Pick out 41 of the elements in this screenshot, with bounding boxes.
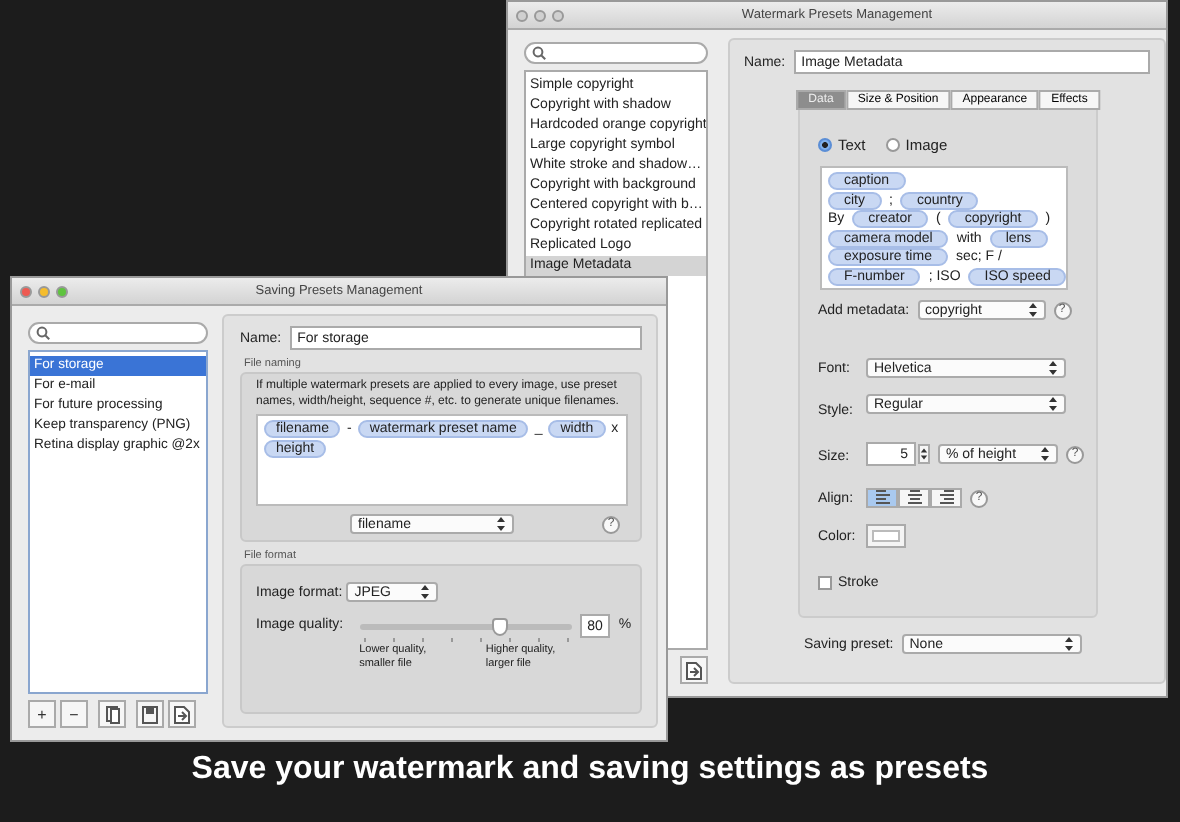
import-button[interactable]	[168, 700, 196, 728]
duplicate-button[interactable]	[98, 700, 126, 728]
close-button[interactable]	[516, 9, 528, 21]
duplicate-icon	[104, 705, 120, 723]
search-icon	[532, 46, 546, 60]
export-button[interactable]	[136, 700, 164, 728]
align-left-button[interactable]	[866, 488, 898, 508]
minimize-button[interactable]	[534, 9, 546, 21]
search-field[interactable]	[524, 42, 708, 64]
updown-arrows-icon	[496, 516, 506, 532]
align-center-button[interactable]	[898, 488, 930, 508]
floppy-icon	[142, 705, 158, 723]
align-right-button[interactable]	[930, 488, 962, 508]
color-well[interactable]	[866, 524, 906, 548]
zoom-button[interactable]	[552, 9, 564, 21]
align-right-icon	[939, 490, 953, 506]
radio-button[interactable]	[818, 138, 832, 152]
updown-arrows-icon	[420, 584, 431, 600]
remove-button[interactable]: −	[60, 700, 88, 728]
updown-arrows-icon	[1040, 446, 1050, 462]
search-icon	[36, 326, 50, 340]
updown-arrows-icon	[1027, 302, 1038, 318]
minimize-button[interactable]	[38, 285, 50, 297]
close-button[interactable]	[20, 285, 32, 297]
import-button[interactable]	[680, 656, 708, 684]
updown-arrows-icon	[1048, 396, 1058, 412]
updown-arrows-icon	[1063, 636, 1074, 652]
align-center-icon	[907, 490, 921, 506]
add-button[interactable]: +	[28, 700, 56, 728]
checkbox[interactable]	[818, 576, 832, 590]
search-field[interactable]	[28, 322, 208, 344]
document-arrow-icon	[686, 661, 702, 679]
document-arrow-icon	[174, 705, 190, 723]
slider-thumb[interactable]	[491, 618, 508, 636]
updown-arrows-icon	[1048, 360, 1058, 376]
stepper[interactable]	[918, 444, 930, 464]
caption-text: Save your watermark and saving settings as presets	[191, 752, 989, 788]
updown-arrows-icon	[920, 446, 928, 462]
radio-button[interactable]	[885, 138, 900, 152]
zoom-button[interactable]	[56, 285, 68, 297]
align-left-icon	[875, 490, 889, 506]
